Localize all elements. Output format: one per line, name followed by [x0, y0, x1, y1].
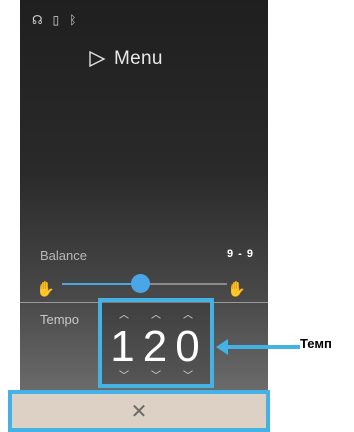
headphones-icon: ☊ [32, 13, 43, 27]
tempo-down-arrows: ﹀ ﹀ ﹀ [102, 367, 210, 382]
tempo-label: Tempo [40, 312, 80, 327]
hand-icon: ✋ [36, 280, 55, 298]
bluetooth-icon: ᛒ [69, 13, 77, 27]
close-button[interactable]: ✕ [8, 390, 270, 432]
menu-label: Menu [114, 48, 163, 69]
callout-arrow-icon [216, 339, 300, 355]
tempo-up-arrows: ︿ ︿ ︿ [102, 306, 210, 321]
chevron-down-icon[interactable]: ﹀ [146, 367, 166, 382]
chevron-down-icon[interactable]: ﹀ [114, 367, 134, 382]
menu-button[interactable]: Menu [88, 48, 163, 70]
chevron-up-icon[interactable]: ︿ [146, 306, 166, 321]
close-icon: ✕ [130, 399, 148, 423]
chevron-down-icon[interactable]: ﹀ [178, 367, 198, 382]
hand-icon: ✋ [227, 280, 246, 298]
balance-value: 9 - 9 [226, 248, 254, 260]
balance-slider-track-right[interactable] [137, 283, 227, 285]
tempo-value[interactable]: 120 [102, 322, 210, 372]
balance-label: Balance [40, 248, 87, 263]
usb-icon: ▯ [52, 13, 60, 27]
callout-label: Темп [300, 336, 332, 351]
balance-slider-track-left[interactable] [62, 283, 137, 285]
play-outline-icon [88, 51, 106, 67]
balance-slider-knob[interactable] [131, 274, 150, 293]
chevron-up-icon[interactable]: ︿ [178, 306, 198, 321]
tempo-selector[interactable]: ︿ ︿ ︿ 120 ﹀ ﹀ ﹀ [98, 298, 214, 388]
chevron-up-icon[interactable]: ︿ [114, 306, 134, 321]
status-bar: ☊ ▯ ᛒ [32, 14, 76, 26]
